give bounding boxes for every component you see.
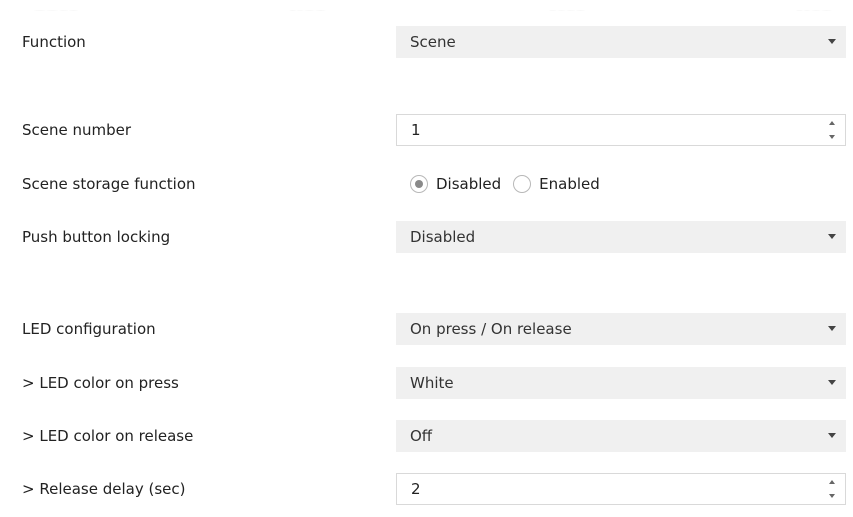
radio-enabled[interactable]: Enabled	[513, 175, 600, 193]
chevron-down-icon	[828, 380, 836, 385]
row-scene-number: Scene number 1	[8, 110, 853, 150]
radio-disabled-label[interactable]: Disabled	[436, 175, 501, 193]
chevron-down-icon	[828, 433, 836, 438]
chevron-down-icon	[828, 234, 836, 239]
row-function: Function Scene	[8, 22, 853, 62]
led-color-release-label: > LED color on release	[22, 427, 194, 445]
row-scene-storage: Scene storage function Disabled Enabled	[8, 164, 853, 204]
scene-number-input[interactable]: 1	[396, 114, 846, 146]
led-color-press-select[interactable]: White	[396, 367, 846, 399]
parameters-panel: Function Scene Scene number 1 Scene stor…	[8, 10, 853, 517]
release-delay-label: > Release delay (sec)	[22, 480, 186, 498]
chevron-down-icon	[828, 39, 836, 44]
spinner-down-icon[interactable]	[829, 494, 835, 498]
push-button-locking-select[interactable]: Disabled	[396, 221, 846, 253]
spinner-up-icon[interactable]	[829, 121, 835, 125]
led-configuration-select[interactable]: On press / On release	[396, 313, 846, 345]
scene-number-value: 1	[411, 121, 421, 139]
release-delay-input[interactable]: 2	[396, 473, 846, 505]
radio-checked-icon[interactable]	[410, 175, 428, 193]
function-label: Function	[22, 33, 86, 51]
scene-storage-label: Scene storage function	[22, 175, 196, 193]
push-button-locking-label: Push button locking	[22, 228, 171, 246]
row-push-button-locking: Push button locking Disabled	[8, 217, 853, 257]
row-led-configuration: LED configuration On press / On release	[8, 309, 853, 349]
radio-enabled-label[interactable]: Enabled	[539, 175, 600, 193]
led-configuration-value: On press / On release	[410, 320, 572, 338]
row-led-color-release: > LED color on release Off	[8, 416, 853, 456]
release-delay-value: 2	[411, 480, 421, 498]
led-color-press-label: > LED color on press	[22, 374, 179, 392]
row-release-delay: > Release delay (sec) 2	[8, 469, 853, 509]
spinner-arrows-icon[interactable]	[829, 480, 837, 498]
scene-storage-radio-group: Disabled Enabled	[410, 164, 612, 204]
spinner-arrows-icon[interactable]	[829, 121, 837, 139]
scene-number-label: Scene number	[22, 121, 132, 139]
led-color-press-value: White	[410, 374, 454, 392]
push-button-locking-value: Disabled	[410, 228, 476, 246]
function-select-value: Scene	[410, 33, 456, 51]
radio-disabled[interactable]: Disabled	[410, 175, 501, 193]
row-led-color-press: > LED color on press White	[8, 363, 853, 403]
radio-unchecked-icon[interactable]	[513, 175, 532, 193]
spinner-down-icon[interactable]	[829, 135, 835, 139]
led-color-release-value: Off	[410, 427, 433, 445]
led-configuration-label: LED configuration	[22, 320, 156, 338]
function-select[interactable]: Scene	[396, 26, 846, 58]
chevron-down-icon	[828, 326, 836, 331]
spinner-up-icon[interactable]	[829, 480, 835, 484]
led-color-release-select[interactable]: Off	[396, 420, 846, 452]
